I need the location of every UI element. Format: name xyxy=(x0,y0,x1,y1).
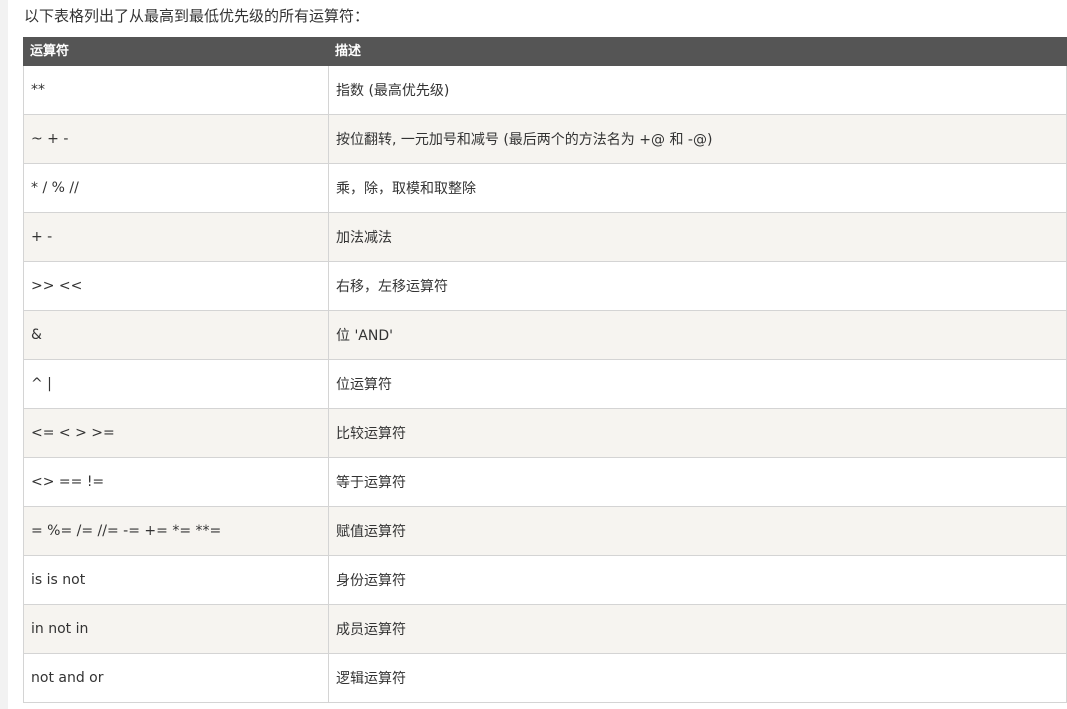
description-cell: 成员运算符 xyxy=(328,604,1067,654)
description-cell: 比较运算符 xyxy=(328,408,1067,458)
operator-cell: <= < > >= xyxy=(23,408,329,458)
operator-cell: = %= /= //= -= += *= **= xyxy=(23,506,329,556)
table-row: + - 加法减法 xyxy=(23,212,1067,262)
description-cell: 位运算符 xyxy=(328,359,1067,409)
operator-cell: & xyxy=(23,310,329,360)
operator-cell: * / % // xyxy=(23,163,329,213)
table-row: * / % // 乘，除，取模和取整除 xyxy=(23,163,1067,213)
intro-text: 以下表格列出了从最高到最低优先级的所有运算符： xyxy=(24,7,370,25)
operator-cell: >> << xyxy=(23,261,329,311)
operator-cell: + - xyxy=(23,212,329,262)
table-header-row: 运算符 描述 xyxy=(23,37,1067,66)
left-margin-rule xyxy=(0,0,8,709)
description-cell: 赋值运算符 xyxy=(328,506,1067,556)
operator-cell: is is not xyxy=(23,555,329,605)
header-operator: 运算符 xyxy=(23,37,329,66)
description-cell: 按位翻转, 一元加号和减号 (最后两个的方法名为 +@ 和 -@) xyxy=(328,114,1067,164)
operator-precedence-table: 运算符 描述 ** 指数 (最高优先级) ~ + - 按位翻转, 一元加号和减号… xyxy=(23,37,1067,703)
operator-cell: not and or xyxy=(23,653,329,703)
operator-cell: ^ | xyxy=(23,359,329,409)
operator-cell: ~ + - xyxy=(23,114,329,164)
table-row: ** 指数 (最高优先级) xyxy=(23,65,1067,115)
table-row: ~ + - 按位翻转, 一元加号和减号 (最后两个的方法名为 +@ 和 -@) xyxy=(23,114,1067,164)
description-cell: 加法减法 xyxy=(328,212,1067,262)
operator-cell: in not in xyxy=(23,604,329,654)
description-cell: 等于运算符 xyxy=(328,457,1067,507)
description-cell: 指数 (最高优先级) xyxy=(328,65,1067,115)
table-row: & 位 'AND' xyxy=(23,310,1067,360)
description-cell: 位 'AND' xyxy=(328,310,1067,360)
header-description: 描述 xyxy=(328,37,1067,66)
operator-cell: ** xyxy=(23,65,329,115)
table-row: not and or 逻辑运算符 xyxy=(23,653,1067,703)
table-row: = %= /= //= -= += *= **= 赋值运算符 xyxy=(23,506,1067,556)
description-cell: 逻辑运算符 xyxy=(328,653,1067,703)
table-row: <= < > >= 比较运算符 xyxy=(23,408,1067,458)
table-row: ^ | 位运算符 xyxy=(23,359,1067,409)
operator-cell: <> == != xyxy=(23,457,329,507)
table-row: in not in 成员运算符 xyxy=(23,604,1067,654)
table-row: is is not 身份运算符 xyxy=(23,555,1067,605)
description-cell: 右移，左移运算符 xyxy=(328,261,1067,311)
table-row: >> << 右移，左移运算符 xyxy=(23,261,1067,311)
description-cell: 乘，除，取模和取整除 xyxy=(328,163,1067,213)
table-row: <> == != 等于运算符 xyxy=(23,457,1067,507)
description-cell: 身份运算符 xyxy=(328,555,1067,605)
